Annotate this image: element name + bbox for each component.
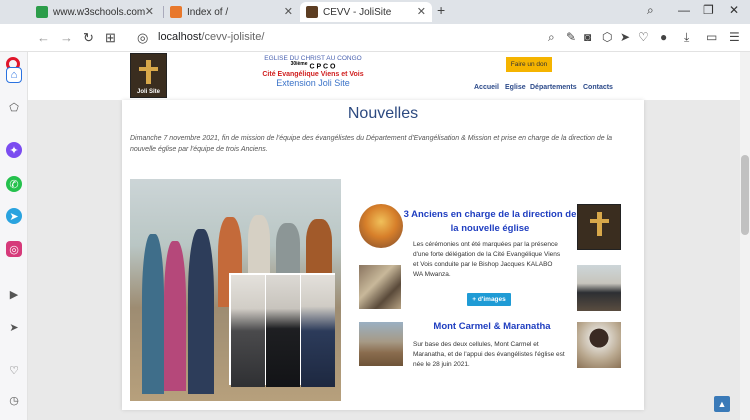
news-title-2[interactable]: Mont Carmel & Maranatha <box>422 320 562 334</box>
news-thumb-collage[interactable] <box>359 265 401 309</box>
send-icon[interactable]: ➤ <box>6 319 22 335</box>
scroll-to-top-button[interactable]: ▲ <box>714 396 730 412</box>
tab-grid-icon[interactable]: ⊞ <box>105 30 116 46</box>
arrow-right-icon[interactable]: → <box>60 30 73 45</box>
heart-icon[interactable]: ♡ <box>638 30 649 44</box>
inset-photo <box>229 273 335 387</box>
telegram-icon[interactable]: ➤ <box>6 208 22 224</box>
search-icon[interactable]: ⌕ <box>548 30 555 45</box>
photo-figure <box>248 215 270 275</box>
heart-icon[interactable]: ♡ <box>6 362 22 378</box>
whatsapp-icon[interactable]: ✆ <box>6 176 22 192</box>
news-thumb-logo[interactable] <box>577 204 621 250</box>
download-icon[interactable]: ⤓ <box>684 30 689 45</box>
news-thumb-round[interactable] <box>359 204 403 248</box>
news-thumb-crowd[interactable] <box>359 322 403 366</box>
church-acronym: C P C O <box>309 63 336 71</box>
intro-text: Dimanche 7 novembre 2021, fin de mission… <box>130 135 613 153</box>
cevv-favicon-icon <box>306 6 318 18</box>
news-card: Nouvelles Dimanche 7 novembre 2021, fin … <box>122 100 644 410</box>
church-line4: Extension Joli Site <box>276 77 350 88</box>
photo-figure <box>301 275 335 387</box>
cross-icon <box>597 212 602 236</box>
site-header: Joli Site EGLISE DU CHRIST AU CONGO 30iè… <box>28 52 740 100</box>
camera-icon[interactable]: ◙ <box>584 30 591 44</box>
page-scrollbar[interactable] <box>740 52 750 420</box>
tab-w3schools[interactable]: www.w3schools.com ✕ <box>30 2 160 22</box>
photo-figure <box>276 223 300 273</box>
nav-link-eglise[interactable]: Eglise <box>505 84 526 91</box>
avatar[interactable]: ● <box>660 30 667 44</box>
messenger-icon[interactable]: ✦ <box>6 142 22 158</box>
page-viewport: Joli Site EGLISE DU CHRIST AU CONGO 30iè… <box>28 52 740 420</box>
browser-toolbar: ← → ↻ ⊞ ◎ localhost/cevv-jolisite/ ⌕ ✎ ◙… <box>0 24 750 52</box>
photo-figure <box>164 241 186 391</box>
church-line1: EGLISE DU CHRIST AU CONGO <box>264 55 362 62</box>
site-logo[interactable]: Joli Site <box>130 53 167 98</box>
instagram-icon[interactable]: ◎ <box>6 241 22 257</box>
photo-figure <box>266 275 300 387</box>
edit-icon[interactable]: ✎ <box>566 30 576 44</box>
photo-figure <box>142 234 164 394</box>
url-host: localhost <box>158 31 202 43</box>
minimize-icon[interactable]: — <box>678 3 690 17</box>
photo-figure <box>231 275 265 387</box>
cross-bar <box>590 219 609 223</box>
logo-label: Joli Site <box>136 89 160 95</box>
tab-title: CEVV - JoliSite <box>323 6 392 18</box>
cross-bar <box>139 67 158 71</box>
close-tab-icon[interactable]: ✕ <box>284 5 293 18</box>
pinboard-icon[interactable]: ⬠ <box>6 99 22 115</box>
tab-index[interactable]: Index of / ✕ <box>164 2 299 22</box>
page-scrollbar-thumb[interactable] <box>741 155 749 235</box>
news-text-1: Les cérémonies ont été marquées par la p… <box>413 241 561 279</box>
arrow-left-icon[interactable]: ← <box>37 30 50 45</box>
tab-title: www.w3schools.com <box>53 6 146 18</box>
battery-icon: ▭ <box>706 30 718 44</box>
globe-icon: ◎ <box>137 30 149 45</box>
w3schools-favicon-icon <box>36 6 48 18</box>
close-tab-icon[interactable]: ✕ <box>145 5 154 18</box>
news-title-1[interactable]: 3 Anciens en charge de la direction de l… <box>402 208 578 236</box>
new-tab-icon[interactable]: + <box>437 2 445 18</box>
photo-figure <box>306 219 332 274</box>
send-icon[interactable]: ➤ <box>620 30 630 44</box>
cross-icon <box>146 60 151 84</box>
photo-figure <box>188 229 214 394</box>
news-text-2: Sur base des deux cellules, Mont Carmel … <box>413 341 565 369</box>
url-path: /cevv-jolisite/ <box>201 31 265 43</box>
tab-cevv[interactable]: CEVV - JoliSite ✕ <box>300 2 432 22</box>
news-thumb-portrait[interactable] <box>577 322 621 368</box>
more-images-button[interactable]: + d'images <box>467 293 511 306</box>
church-ordinal: 30ième <box>290 61 308 68</box>
index-favicon-icon <box>170 6 182 18</box>
cube-icon[interactable]: ⬡ <box>602 30 612 44</box>
event-photo <box>130 179 341 401</box>
close-window-icon[interactable]: ✕ <box>729 3 739 17</box>
nav-link-contacts[interactable]: Contacts <box>583 84 613 91</box>
chevron-up-icon: ▲ <box>717 399 727 409</box>
donate-button[interactable]: Faire un don <box>506 57 552 72</box>
church-identity: EGLISE DU CHRIST AU CONGO 30ième C P C O… <box>233 55 393 89</box>
history-icon[interactable]: ◷ <box>6 392 22 408</box>
settings-icon[interactable]: ☰ <box>729 30 740 44</box>
player-icon[interactable]: ▶ <box>6 286 22 302</box>
address-bar[interactable]: localhost/cevv-jolisite/ <box>158 31 264 43</box>
restore-icon[interactable]: ❐ <box>703 3 714 17</box>
browser-sidebar: ⌂ ⬠ ✦ ✆ ➤ ◎ ▶ ➤ ♡ ◷ <box>0 52 28 420</box>
reload-icon[interactable]: ↻ <box>83 30 94 46</box>
search-tabs-icon[interactable]: ⌕ <box>647 3 654 18</box>
news-thumb-photo[interactable] <box>577 265 621 311</box>
nav-link-departements[interactable]: Départements <box>530 84 577 91</box>
nav-link-accueil[interactable]: Accueil <box>474 84 499 91</box>
browser-tab-bar: www.w3schools.com ✕ Index of / ✕ CEVV - … <box>0 0 750 24</box>
close-tab-icon[interactable]: ✕ <box>417 5 426 18</box>
church-line2: 30ième C P C O <box>233 61 393 71</box>
tab-title: Index of / <box>187 6 229 18</box>
page-title: Nouvelles <box>347 105 419 122</box>
home-icon[interactable]: ⌂ <box>6 67 22 83</box>
